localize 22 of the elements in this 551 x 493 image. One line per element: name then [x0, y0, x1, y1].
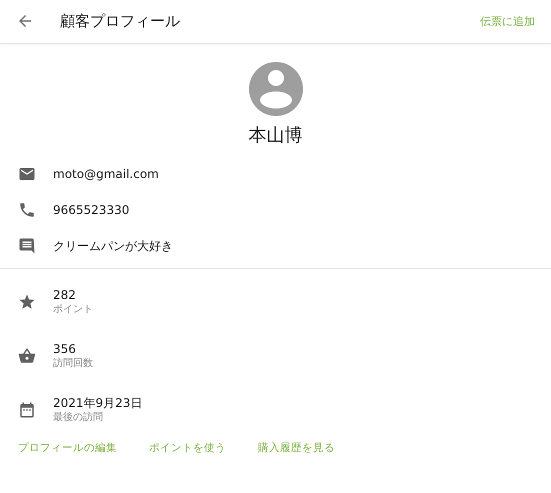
envelope-icon — [18, 165, 36, 183]
customer-name: 本山博 — [248, 124, 302, 148]
stat-label: 最後の訪問 — [53, 411, 104, 425]
stat-value: 2021年9月23日 — [53, 395, 142, 411]
add-to-invoice-button[interactable]: 伝票に追加 — [480, 14, 535, 29]
calendar-icon — [18, 401, 36, 419]
contact-text: クリームパンが大好き — [53, 238, 173, 254]
stat-label: ポイント — [53, 303, 93, 317]
basket-icon — [18, 347, 36, 365]
action-link[interactable]: 購入履歴を見る — [258, 441, 335, 455]
contact-text: 9665523330 — [53, 203, 130, 217]
stat-value: 356 — [53, 341, 77, 357]
avatar-icon — [248, 62, 302, 116]
stat-value: 282 — [53, 287, 77, 303]
star-icon — [18, 293, 36, 311]
contact-text: moto@gmail.com — [53, 167, 159, 181]
comment-icon — [18, 237, 36, 255]
phone-icon — [18, 201, 36, 219]
stat-label: 訪問回数 — [53, 357, 93, 371]
action-link[interactable]: ポイントを使う — [149, 441, 226, 455]
page-title: 顧客プロフィール — [60, 12, 180, 31]
action-link[interactable]: プロフィールの編集 — [18, 441, 117, 455]
